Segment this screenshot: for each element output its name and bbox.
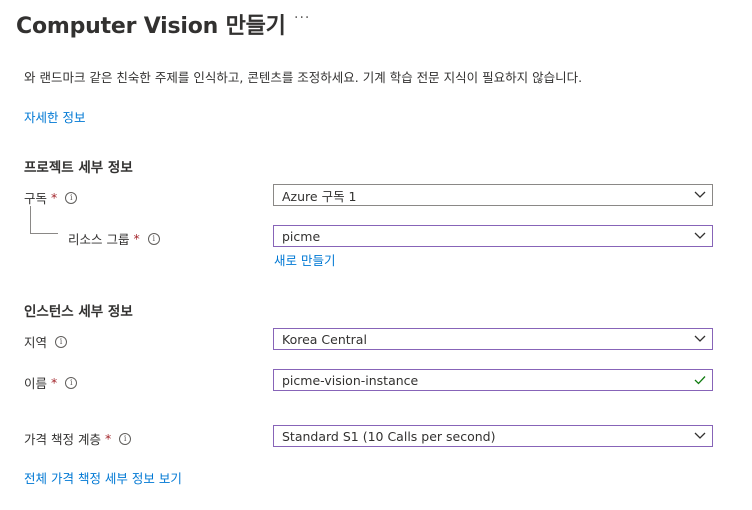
- region-value: Korea Central: [282, 331, 367, 347]
- name-value: picme-vision-instance: [282, 372, 419, 388]
- create-new-link[interactable]: 새로 만들기: [274, 250, 335, 269]
- resource-group-dropdown[interactable]: picme: [273, 225, 713, 247]
- required-marker: *: [51, 190, 58, 205]
- resource-group-value: picme: [282, 228, 321, 244]
- info-icon[interactable]: i: [65, 191, 78, 204]
- tree-connector-horizontal: [30, 233, 58, 234]
- subscription-label-text: 구독: [24, 191, 48, 206]
- chevron-down-icon: [688, 432, 712, 440]
- view-pricing-link[interactable]: 전체 가격 책정 세부 정보 보기: [24, 468, 182, 487]
- subscription-dropdown[interactable]: Azure 구독 1: [273, 184, 713, 206]
- region-dropdown[interactable]: Korea Central: [273, 328, 713, 350]
- resource-group-label: 리소스 그룹 * i: [68, 229, 160, 248]
- info-icon[interactable]: i: [65, 376, 78, 389]
- required-marker: *: [104, 431, 112, 446]
- required-marker: *: [51, 375, 58, 390]
- chevron-down-icon: [688, 232, 712, 240]
- pricing-tier-label-text: 가격 책정 계층: [24, 432, 101, 447]
- project-details-heading: 프로젝트 세부 정보: [24, 160, 133, 176]
- subscription-value: Azure 구독 1: [282, 188, 357, 204]
- chevron-down-icon: [688, 191, 712, 199]
- more-options-button[interactable]: ···: [294, 10, 310, 26]
- description-text: 와 랜드마크 같은 친숙한 주제를 인식하고, 콘텐츠를 조정하세요. 기계 학…: [24, 70, 583, 85]
- info-icon[interactable]: i: [55, 335, 68, 348]
- name-label: 이름 * i: [24, 373, 78, 392]
- info-icon[interactable]: i: [119, 432, 132, 445]
- required-marker: *: [133, 231, 140, 246]
- page-title: Computer Vision 만들기: [16, 14, 286, 39]
- instance-details-heading: 인스턴스 세부 정보: [24, 304, 133, 320]
- region-label: 지역 i: [24, 332, 68, 351]
- name-label-text: 이름: [24, 376, 48, 391]
- pricing-tier-label: 가격 책정 계층 * i: [24, 429, 132, 448]
- checkmark-icon: [688, 375, 712, 385]
- pricing-tier-dropdown[interactable]: Standard S1 (10 Calls per second): [273, 425, 713, 447]
- chevron-down-icon: [688, 335, 712, 343]
- name-input[interactable]: picme-vision-instance: [273, 369, 713, 391]
- region-label-text: 지역: [24, 335, 48, 350]
- pricing-tier-value: Standard S1 (10 Calls per second): [282, 428, 496, 444]
- learn-more-link[interactable]: 자세한 정보: [24, 107, 85, 126]
- resource-group-label-text: 리소스 그룹: [68, 232, 130, 247]
- info-icon[interactable]: i: [147, 232, 160, 245]
- tree-connector-vertical: [30, 206, 31, 233]
- subscription-label: 구독 * i: [24, 188, 78, 207]
